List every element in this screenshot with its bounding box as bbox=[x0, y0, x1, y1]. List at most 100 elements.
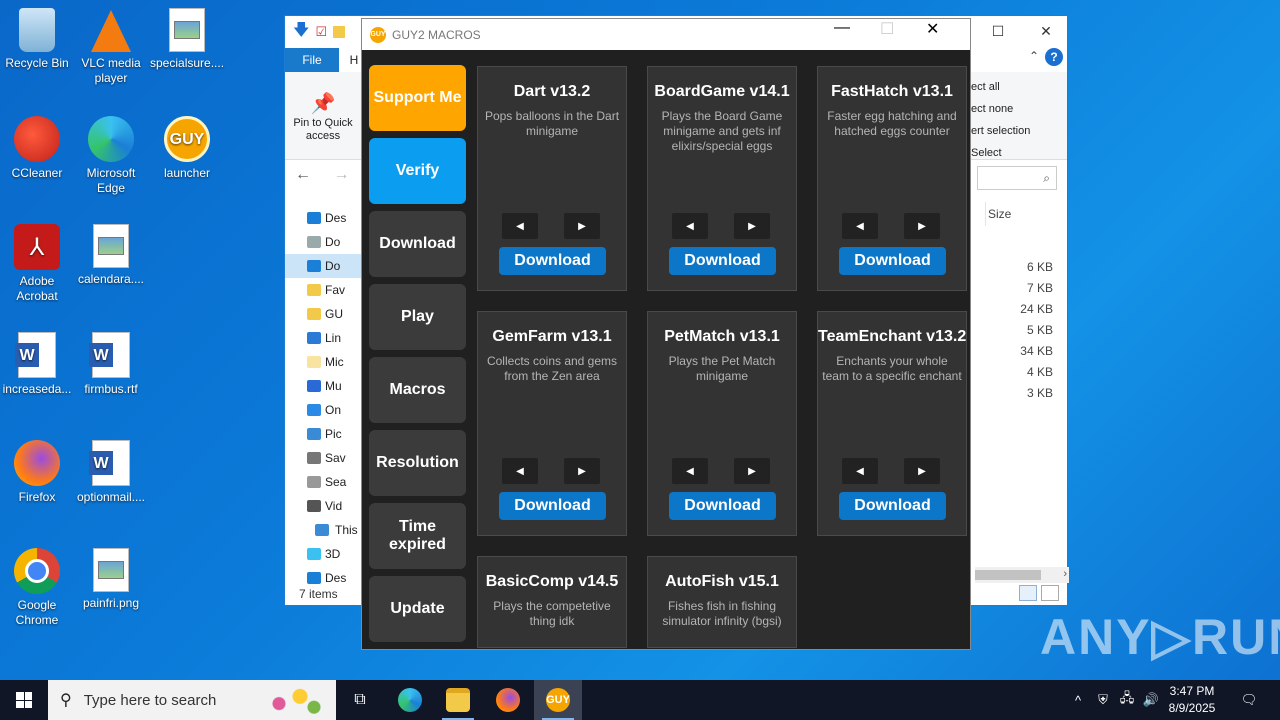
macro-app-window[interactable]: GUY GUY2 MACROS — ☐ ✕ Support Me Verify … bbox=[361, 18, 971, 650]
task-view-button[interactable]: ⧉ bbox=[336, 680, 384, 720]
desktop-icon-firmbus[interactable]: W firmbus.rtf bbox=[74, 332, 148, 397]
next-arrow-icon[interactable]: ▶ bbox=[904, 213, 940, 239]
download-button[interactable]: Download bbox=[499, 247, 606, 275]
next-arrow-icon[interactable]: ▶ bbox=[734, 458, 770, 484]
select-group-label: Select bbox=[971, 147, 1002, 159]
desktop-icon-calendara[interactable]: calendara.... bbox=[74, 224, 148, 287]
horizontal-scrollbar[interactable]: › bbox=[975, 567, 1069, 583]
desktop-icon-acrobat[interactable]: ⅄ Adobe Acrobat bbox=[0, 224, 74, 304]
close-button[interactable]: ✕ bbox=[926, 19, 939, 39]
tree-item[interactable]: 3D bbox=[285, 542, 363, 566]
update-button[interactable]: Update bbox=[369, 576, 466, 642]
time-expired-button[interactable]: Time expired bbox=[369, 503, 466, 569]
tree-item[interactable]: Vid bbox=[285, 494, 363, 518]
support-me-button[interactable]: Support Me bbox=[369, 65, 466, 131]
desktop-icon-increaseda[interactable]: W increaseda... bbox=[0, 332, 74, 397]
verify-button[interactable]: Verify bbox=[369, 138, 466, 204]
large-icons-view-icon[interactable] bbox=[1041, 585, 1059, 601]
macros-button[interactable]: Macros bbox=[369, 357, 466, 423]
file-sizes: 6 KB 7 KB 24 KB 5 KB 34 KB 4 KB 3 KB bbox=[997, 257, 1053, 404]
forward-arrow-icon[interactable]: → bbox=[333, 166, 349, 183]
close-button[interactable]: ✕ bbox=[1023, 16, 1069, 46]
tree-item[interactable]: GU bbox=[285, 302, 363, 326]
prev-arrow-icon[interactable]: ◀ bbox=[502, 458, 538, 484]
notifications-button[interactable]: 🗨 bbox=[1232, 680, 1266, 720]
download-button[interactable]: Download bbox=[839, 492, 946, 520]
tree-item[interactable]: Lin bbox=[285, 326, 363, 350]
tab-file[interactable]: File bbox=[285, 48, 339, 72]
macro-name: AutoFish v15.1 bbox=[665, 573, 779, 590]
prev-arrow-icon[interactable]: ◀ bbox=[672, 458, 708, 484]
tree-item[interactable]: Mu bbox=[285, 374, 363, 398]
maximize-button[interactable]: ☐ bbox=[880, 19, 894, 39]
column-header-size[interactable]: Size bbox=[985, 202, 1061, 226]
chevron-up-icon[interactable]: ⌃ bbox=[1029, 49, 1039, 63]
properties-icon[interactable]: ☑ bbox=[315, 24, 327, 40]
tree-item[interactable]: Do bbox=[285, 254, 363, 278]
file-size: 6 KB bbox=[1026, 260, 1053, 274]
maximize-button[interactable]: ☐ bbox=[975, 16, 1021, 46]
macro-card-basiccomp: BasicComp v14.5 Plays the competetive th… bbox=[477, 556, 627, 648]
taskbar-file-explorer[interactable] bbox=[434, 680, 482, 720]
taskbar-search-box[interactable]: ⚲ Type here to search bbox=[48, 680, 336, 720]
next-arrow-icon[interactable]: ▶ bbox=[904, 458, 940, 484]
image-file-icon bbox=[169, 8, 205, 52]
play-button[interactable]: Play bbox=[369, 284, 466, 350]
pin-to-quick-access-button[interactable]: 📌 Pin to Quick access bbox=[291, 94, 355, 143]
next-arrow-icon[interactable]: ▶ bbox=[734, 213, 770, 239]
desktop-icon-vlc[interactable]: VLC media player bbox=[74, 8, 148, 86]
help-icon[interactable]: ? bbox=[1045, 48, 1063, 66]
defender-icon[interactable]: ⛨ bbox=[1092, 680, 1114, 720]
tree-item[interactable]: Mic bbox=[285, 350, 363, 374]
prev-arrow-icon[interactable]: ◀ bbox=[502, 213, 538, 239]
select-all-button[interactable]: ect all bbox=[971, 76, 1030, 98]
tree-item[interactable]: Sea bbox=[285, 470, 363, 494]
desktop-icon-launcher[interactable]: GUY launcher bbox=[150, 116, 224, 181]
desktop-icon-optionmail[interactable]: W optionmail.... bbox=[74, 440, 148, 505]
tree-item-this-pc[interactable]: This bbox=[285, 518, 363, 542]
desktop-icon-edge[interactable]: Microsoft Edge bbox=[74, 116, 148, 196]
volume-icon[interactable]: 🔊 bbox=[1140, 680, 1162, 720]
desktop-icon-chrome[interactable]: Google Chrome bbox=[0, 548, 74, 628]
search-input[interactable]: ⌕ bbox=[977, 166, 1057, 190]
tree-item[interactable]: On bbox=[285, 398, 363, 422]
desktop-icon-recycle-bin[interactable]: Recycle Bin bbox=[0, 8, 74, 71]
task-view-icon: ⧉ bbox=[354, 691, 366, 708]
start-button[interactable] bbox=[0, 680, 48, 720]
taskbar-guy-macros[interactable]: GUY bbox=[534, 680, 582, 720]
next-arrow-icon[interactable]: ▶ bbox=[564, 213, 600, 239]
network-icon[interactable]: 🖧 bbox=[1116, 680, 1138, 720]
download-nav-button[interactable]: Download bbox=[369, 211, 466, 277]
show-hidden-icons-button[interactable]: ^ bbox=[1068, 680, 1088, 720]
macro-card-gemfarm: GemFarm v13.1 Collects coins and gems fr… bbox=[477, 311, 627, 536]
invert-selection-button[interactable]: ert selection bbox=[971, 120, 1030, 142]
minimize-button[interactable]: — bbox=[834, 19, 850, 37]
download-button[interactable]: Download bbox=[669, 247, 776, 275]
details-view-icon[interactable] bbox=[1019, 585, 1037, 601]
down-arrow-icon[interactable]: 🡇 bbox=[293, 19, 309, 46]
resolution-button[interactable]: Resolution bbox=[369, 430, 466, 496]
desktop-icon-ccleaner[interactable]: CCleaner bbox=[0, 116, 74, 181]
taskbar-edge[interactable] bbox=[386, 680, 434, 720]
tree-item[interactable]: Pic bbox=[285, 422, 363, 446]
tree-item[interactable]: Des bbox=[285, 206, 363, 230]
select-none-button[interactable]: ect none bbox=[971, 98, 1030, 120]
prev-arrow-icon[interactable]: ◀ bbox=[842, 213, 878, 239]
download-button[interactable]: Download bbox=[499, 492, 606, 520]
desktop-icon-painfri[interactable]: painfri.png bbox=[74, 548, 148, 611]
taskbar-firefox[interactable] bbox=[484, 680, 532, 720]
desktop-icon-firefox[interactable]: Firefox bbox=[0, 440, 74, 505]
scroll-right-icon[interactable]: › bbox=[1063, 568, 1067, 580]
word-file-icon: W bbox=[89, 332, 130, 378]
download-button[interactable]: Download bbox=[669, 492, 776, 520]
back-arrow-icon[interactable]: ← bbox=[295, 166, 311, 183]
prev-arrow-icon[interactable]: ◀ bbox=[672, 213, 708, 239]
next-arrow-icon[interactable]: ▶ bbox=[564, 458, 600, 484]
tree-item[interactable]: Fav bbox=[285, 278, 363, 302]
tree-item[interactable]: Do bbox=[285, 230, 363, 254]
prev-arrow-icon[interactable]: ◀ bbox=[842, 458, 878, 484]
taskbar-clock[interactable]: 3:47 PM 8/9/2025 bbox=[1160, 683, 1224, 717]
desktop-icon-specialsure[interactable]: specialsure.... bbox=[150, 8, 224, 71]
download-button[interactable]: Download bbox=[839, 247, 946, 275]
tree-item[interactable]: Sav bbox=[285, 446, 363, 470]
